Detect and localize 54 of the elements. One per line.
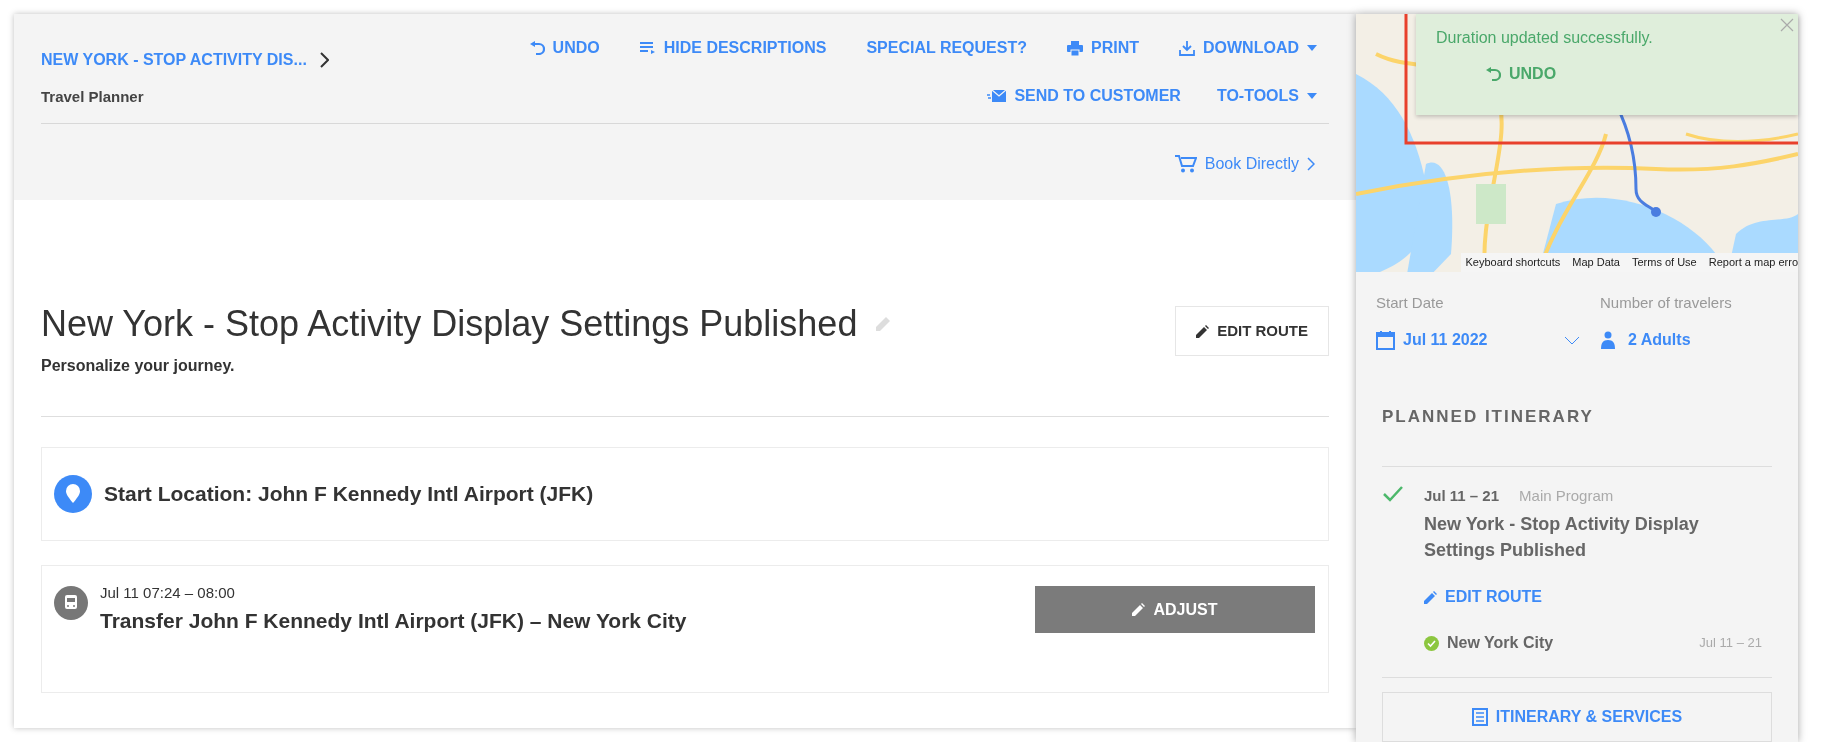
pencil-icon bbox=[1132, 603, 1146, 616]
date-picker[interactable]: Jul 11 2022 bbox=[1376, 328, 1600, 352]
pencil-icon bbox=[1424, 590, 1437, 604]
field-label: Start Date bbox=[1376, 292, 1445, 313]
toolbar-button[interactable]: PRINT bbox=[1067, 36, 1139, 60]
toolbar-button[interactable]: TO-TOOLS bbox=[1216, 84, 1317, 108]
program-type: Main Program bbox=[1519, 485, 1614, 506]
map-footer-link[interactable]: Keyboard shortcuts bbox=[1465, 254, 1561, 271]
segment-title: Transfer John F Kennedy Intl Airport (JFK) – New York City bbox=[100, 607, 688, 634]
list-icon bbox=[1471, 708, 1488, 726]
mail-icon bbox=[987, 90, 1007, 102]
field-label: Number of travelers bbox=[1600, 292, 1732, 313]
toast-message: Duration updated successfully. bbox=[1436, 28, 1654, 48]
date-range: Jul 11 – 21 bbox=[1424, 485, 1500, 506]
undo-icon bbox=[1486, 67, 1501, 81]
print-icon bbox=[1067, 40, 1083, 56]
download-icon bbox=[1179, 40, 1195, 56]
itinerary-services-button[interactable]: ITINERARY & SERVICES bbox=[1382, 692, 1772, 742]
toolbar-button[interactable]: SEND TO CUSTOMER bbox=[987, 84, 1181, 108]
cart-icon bbox=[1174, 154, 1197, 173]
page-subtitle: Travel Planner bbox=[41, 87, 145, 107]
chevron-right-icon bbox=[318, 52, 329, 68]
segment-time: Jul 11 07:24 – 08:00 bbox=[100, 583, 236, 603]
edit-route-link[interactable]: EDIT ROUTE bbox=[1424, 585, 1772, 609]
toolbar-button[interactable]: UNDO bbox=[529, 36, 600, 60]
bus-icon bbox=[54, 586, 88, 620]
toolbar-button[interactable]: SPECIAL REQUEST? bbox=[866, 36, 1027, 60]
travelers-selector[interactable]: 2 Adults bbox=[1600, 328, 1732, 352]
toast-undo-button[interactable]: UNDO bbox=[1486, 62, 1557, 86]
breadcrumb-link[interactable]: NEW YORK - STOP ACTIVITY DIS... bbox=[41, 48, 307, 72]
book-directly-link[interactable]: Book Directly bbox=[1174, 151, 1315, 176]
route-subtitle: Personalize your journey. bbox=[41, 356, 236, 376]
stop-name: New York City bbox=[1447, 633, 1554, 653]
toolbar-button[interactable]: HIDE DESCRIPTIONS bbox=[639, 36, 827, 60]
calendar-icon bbox=[1376, 330, 1395, 350]
person-icon bbox=[1600, 331, 1616, 349]
program-title: New York - Stop Activity Display Settings Published bbox=[1424, 513, 1700, 562]
chevron-down-icon bbox=[1564, 335, 1580, 345]
pencil-icon bbox=[1196, 324, 1210, 338]
toolbar-button[interactable]: DOWNLOAD bbox=[1179, 36, 1317, 60]
undo-icon bbox=[529, 41, 545, 55]
edit-route-button[interactable]: EDIT ROUTE bbox=[1175, 306, 1329, 356]
segment-title: Start Location: John F Kennedy Intl Airport (JFK) bbox=[104, 481, 594, 508]
adjust-button[interactable]: ADJUST bbox=[1035, 586, 1315, 633]
list-icon bbox=[639, 42, 656, 54]
route-title: New York - Stop Activity Display Settings Published bbox=[41, 306, 858, 342]
map-footer-link[interactable]: Report a map erro bbox=[1708, 254, 1798, 271]
stop-dates: Jul 11 – 21 bbox=[1699, 634, 1762, 653]
chevron-right-icon bbox=[1307, 156, 1315, 171]
map-footer-link[interactable]: Map Data bbox=[1572, 254, 1620, 271]
close-icon[interactable] bbox=[1780, 18, 1794, 32]
location-pin-icon bbox=[54, 475, 92, 513]
map-footer-link[interactable]: Terms of Use bbox=[1631, 254, 1697, 271]
section-heading: PLANNED ITINERARY bbox=[1382, 406, 1595, 428]
